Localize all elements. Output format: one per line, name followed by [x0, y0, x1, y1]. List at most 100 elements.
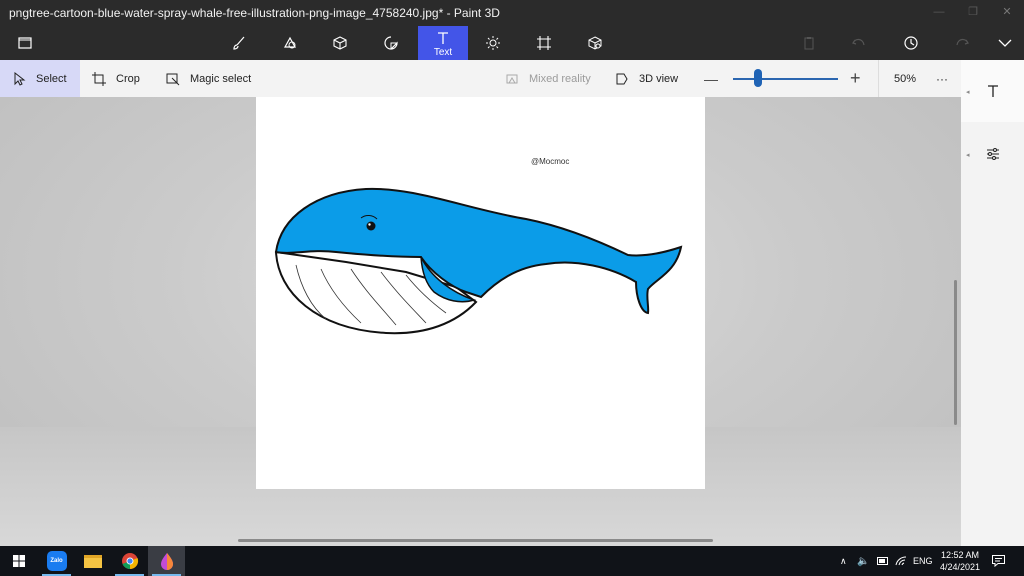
text-settings-icon	[987, 85, 998, 97]
tool-2d-shapes[interactable]	[265, 26, 315, 60]
title-bar: pngtree-cartoon-blue-water-spray-whale-f…	[0, 0, 1024, 26]
3d-view-icon	[616, 73, 628, 84]
tray-chevron[interactable]: ∧	[840, 546, 847, 576]
battery-icon	[877, 557, 888, 565]
maximize-button[interactable]: ❐	[956, 0, 990, 26]
battery-button[interactable]	[877, 546, 889, 576]
mixed-reality-icon	[506, 74, 518, 83]
magic-select-label: Magic select	[190, 72, 252, 85]
history-icon	[904, 36, 918, 50]
clock[interactable]: 12:52 AM 4/24/2021	[938, 546, 982, 576]
side-panel: ◂ ◂	[961, 60, 1024, 546]
3d-library-icon	[588, 36, 602, 50]
zoom-value[interactable]: 50%	[894, 60, 916, 97]
paint-3d-icon	[160, 553, 173, 570]
maximize-icon: ❐	[968, 6, 978, 18]
zoom-slider-track[interactable]	[733, 78, 838, 80]
zoom-slider-thumb[interactable]	[754, 69, 762, 87]
tool-effects[interactable]	[468, 26, 518, 60]
zalo-label: Zalo	[50, 558, 63, 564]
menu-icon	[18, 37, 32, 49]
tool-text[interactable]: Text	[418, 26, 468, 60]
clock-date: 4/24/2021	[939, 562, 981, 572]
taskbar-paint-3d[interactable]	[148, 546, 185, 576]
language-text: ENG	[913, 556, 933, 566]
chevron-up-icon: ∧	[840, 555, 847, 566]
3d-shapes-icon	[333, 36, 347, 50]
workspace: @Mocmoc	[0, 97, 961, 546]
tool-3d-library[interactable]	[570, 26, 620, 60]
wifi-icon	[895, 556, 907, 566]
volume-icon: 🔈	[857, 555, 870, 567]
zoom-percent: 50%	[894, 72, 917, 85]
volume-button[interactable]: 🔈	[857, 546, 869, 576]
3d-view-label: 3D view	[639, 72, 679, 85]
canvas-icon	[537, 36, 551, 50]
close-icon: ✕	[1002, 6, 1012, 18]
tool-text-label: Text	[433, 47, 453, 58]
windows-start-icon	[12, 555, 25, 567]
crop-icon	[92, 71, 106, 86]
magic-select-button[interactable]: Magic select	[166, 60, 251, 97]
drawing-canvas[interactable]: @Mocmoc	[256, 97, 705, 489]
redo-icon	[956, 38, 969, 46]
menu-button[interactable]	[0, 26, 50, 60]
taskbar-zalo[interactable]: Zalo	[38, 546, 75, 576]
select-label: Select	[36, 72, 67, 85]
zoom-in-button[interactable]: +	[850, 60, 861, 97]
effects-icon	[486, 36, 500, 50]
taskbar-chrome[interactable]	[111, 546, 148, 576]
text-icon	[438, 32, 448, 44]
wifi-button[interactable]	[895, 546, 907, 576]
main-toolbar: Text	[0, 26, 1024, 60]
brushes-icon	[233, 36, 245, 50]
language-indicator[interactable]: ENG	[913, 546, 933, 576]
minimize-icon: —	[933, 6, 945, 18]
undo-icon	[852, 38, 865, 46]
more-icon: ···	[936, 71, 948, 86]
whale-illustration	[274, 187, 683, 335]
divider	[878, 60, 879, 97]
close-button[interactable]: ✕	[990, 0, 1024, 26]
history-button[interactable]	[886, 26, 936, 60]
taskbar-file-explorer[interactable]	[74, 546, 111, 576]
adjust-icon	[986, 148, 999, 160]
paste-icon	[804, 37, 814, 50]
mixed-reality-button[interactable]: Mixed reality	[505, 60, 591, 97]
paste-button[interactable]	[784, 26, 834, 60]
crop-button[interactable]: Crop	[92, 60, 140, 97]
zalo-icon: Zalo	[46, 551, 67, 571]
start-button[interactable]	[0, 546, 37, 576]
expand-button[interactable]	[980, 26, 1024, 60]
notifications-icon	[992, 555, 1005, 567]
stickers-icon	[384, 36, 398, 50]
expand-icon	[998, 39, 1012, 47]
crop-label: Crop	[116, 72, 140, 85]
horizontal-scrollbar[interactable]	[238, 539, 713, 542]
minimize-button[interactable]: —	[922, 0, 956, 26]
zoom-out-button[interactable]: —	[704, 60, 718, 97]
clock-time: 12:52 AM	[940, 550, 980, 560]
window-title: pngtree-cartoon-blue-water-spray-whale-f…	[9, 6, 500, 20]
tool-stickers[interactable]	[366, 26, 416, 60]
text-settings-button[interactable]: ◂	[961, 60, 1024, 122]
file-explorer-icon	[83, 554, 102, 568]
tool-brushes[interactable]	[214, 26, 264, 60]
cursor-icon	[14, 71, 26, 86]
undo-button[interactable]	[834, 26, 884, 60]
adjust-button[interactable]: ◂	[961, 123, 1024, 185]
more-button[interactable]: ···	[936, 60, 948, 97]
3d-view-button[interactable]: 3D view	[615, 60, 678, 97]
tool-canvas[interactable]	[519, 26, 569, 60]
select-button[interactable]: Select	[0, 60, 80, 97]
chrome-icon	[121, 553, 138, 570]
vertical-scrollbar[interactable]	[954, 280, 957, 425]
taskbar: Zalo ∧ 🔈 ENG 12:52 AM 4/24/2021	[0, 546, 1024, 576]
tool-3d-shapes[interactable]	[315, 26, 365, 60]
plus-icon: +	[850, 68, 861, 88]
notifications-button[interactable]	[992, 546, 1005, 576]
collapse-arrow-icon: ◂	[966, 152, 970, 159]
minus-icon: —	[704, 70, 718, 87]
collapse-arrow-icon: ◂	[966, 89, 970, 96]
2d-shapes-icon	[283, 36, 297, 49]
